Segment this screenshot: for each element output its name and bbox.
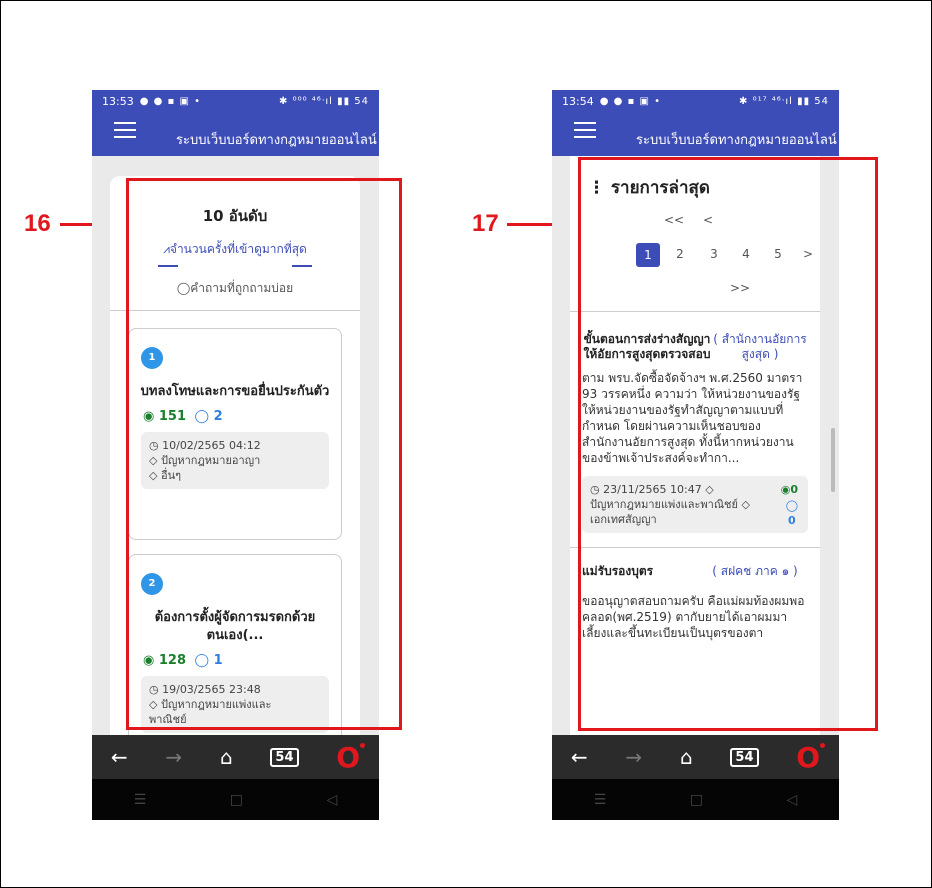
hamburger-menu-icon[interactable] bbox=[114, 122, 136, 138]
system-nav-bar: ☰ □ ◁ bbox=[92, 779, 379, 820]
status-notification-icons: ● ● ▪ ▣ • bbox=[139, 95, 201, 107]
recent-apps-icon[interactable]: ☰ bbox=[594, 792, 607, 808]
status-system-icons: ✱ ⁰¹⁷ ⁴⁶ᐧıl ▮▮ 54 bbox=[739, 95, 829, 107]
home-button-icon[interactable]: □ bbox=[690, 792, 703, 808]
system-nav-bar: ☰ □ ◁ bbox=[552, 779, 839, 820]
status-notification-icons: ● ● ▪ ▣ • bbox=[599, 95, 661, 107]
opera-menu-icon[interactable]: O bbox=[796, 741, 825, 774]
browser-nav-bar: ← → ⌂ 54 O bbox=[552, 735, 839, 779]
browser-nav-bar: ← → ⌂ 54 O bbox=[92, 735, 379, 779]
back-button-icon[interactable]: ◁ bbox=[786, 792, 797, 808]
forward-arrow-icon[interactable]: → bbox=[625, 745, 642, 769]
home-icon[interactable]: ⌂ bbox=[220, 745, 233, 769]
home-button-icon[interactable]: □ bbox=[230, 792, 243, 808]
forward-arrow-icon[interactable]: → bbox=[165, 745, 182, 769]
status-time: 13:53 bbox=[102, 94, 134, 108]
recent-apps-icon[interactable]: ☰ bbox=[134, 792, 147, 808]
status-bar: 13:53 ● ● ▪ ▣ • ✱ ⁰⁰⁰ ⁴⁶ᐧıl ▮▮ 54 bbox=[92, 90, 379, 112]
app-bar: ระบบเว็บบอร์ดทางกฎหมายออนไลน์ bbox=[92, 112, 379, 156]
highlight-box-16 bbox=[126, 178, 402, 730]
status-time: 13:54 bbox=[562, 94, 594, 108]
opera-menu-icon[interactable]: O bbox=[336, 741, 365, 774]
status-bar: 13:54 ● ● ▪ ▣ • ✱ ⁰¹⁷ ⁴⁶ᐧıl ▮▮ 54 bbox=[552, 90, 839, 112]
hamburger-menu-icon[interactable] bbox=[574, 122, 596, 138]
back-arrow-icon[interactable]: ← bbox=[571, 745, 588, 769]
home-icon[interactable]: ⌂ bbox=[680, 745, 693, 769]
app-title: ระบบเว็บบอร์ดทางกฎหมายออนไลน์ bbox=[636, 133, 837, 148]
tab-count-icon[interactable]: 54 bbox=[730, 747, 759, 767]
highlight-box-17 bbox=[578, 157, 878, 731]
app-bar: ระบบเว็บบอร์ดทางกฎหมายออนไลน์ bbox=[552, 112, 839, 156]
back-arrow-icon[interactable]: ← bbox=[111, 745, 128, 769]
callout-label-16: 16 bbox=[24, 210, 51, 237]
callout-label-17: 17 bbox=[472, 210, 499, 237]
app-title: ระบบเว็บบอร์ดทางกฎหมายออนไลน์ bbox=[176, 133, 377, 148]
status-system-icons: ✱ ⁰⁰⁰ ⁴⁶ᐧıl ▮▮ 54 bbox=[279, 95, 369, 107]
back-button-icon[interactable]: ◁ bbox=[326, 792, 337, 808]
tab-count-icon[interactable]: 54 bbox=[270, 747, 299, 767]
